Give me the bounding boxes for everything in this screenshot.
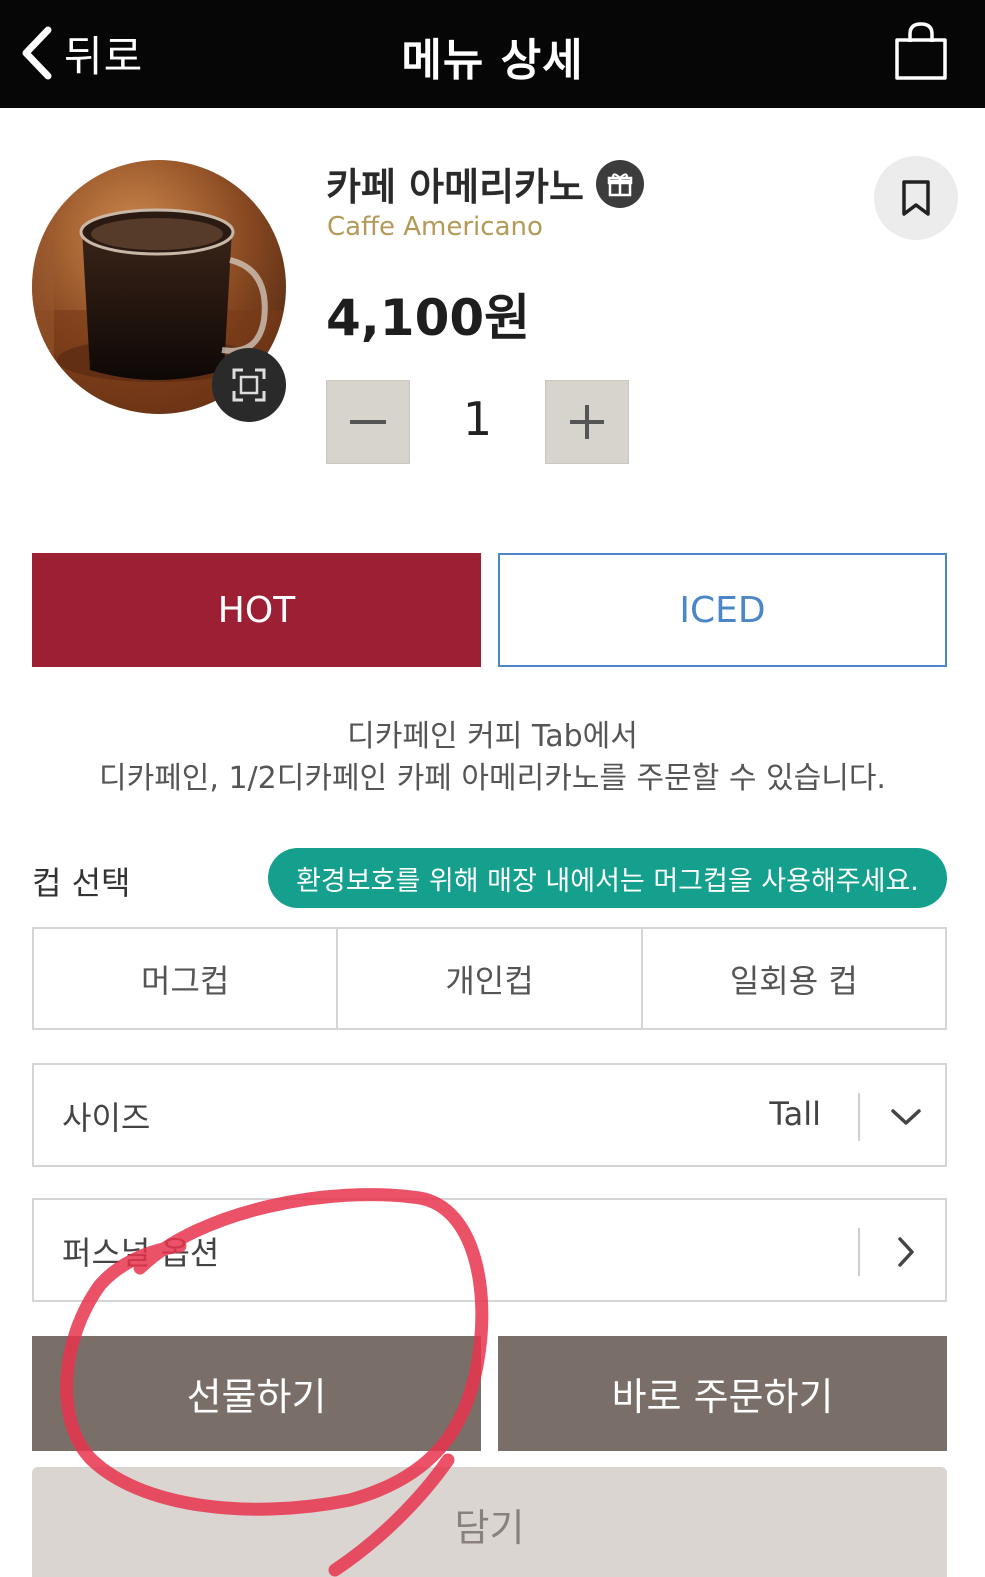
- gift-icon: [595, 159, 644, 208]
- top-bar: 뒤로 메뉴 상세: [0, 0, 985, 108]
- decaf-notice: 디카페인 커피 Tab에서 디카페인, 1/2디카페인 카페 아메리카노를 주문…: [0, 716, 985, 800]
- bookmark-icon: [902, 180, 930, 216]
- personal-option-row[interactable]: 퍼스널 옵션: [32, 1198, 947, 1302]
- notice-line-1: 디카페인 커피 Tab에서: [347, 719, 638, 754]
- order-now-button[interactable]: 바로 주문하기: [498, 1336, 947, 1451]
- chevron-down-icon: [884, 1093, 928, 1141]
- plus-icon: [570, 405, 604, 439]
- size-value: Tall: [769, 1095, 821, 1133]
- page-title: 메뉴 상세: [401, 35, 584, 86]
- cup-option-disposable[interactable]: 일회용 컵: [640, 929, 945, 1028]
- chevron-right-icon: [884, 1228, 928, 1276]
- product-name-kr: 카페 아메리카노: [326, 165, 584, 209]
- shopping-bag-icon[interactable]: [893, 20, 949, 82]
- quantity-value: 1: [462, 392, 493, 446]
- zoom-image-button[interactable]: [212, 348, 286, 422]
- cup-option-mug[interactable]: 머그컵: [34, 929, 336, 1028]
- product-name: 카페 아메리카노: [326, 156, 644, 211]
- size-select[interactable]: 사이즈 Tall: [32, 1063, 947, 1167]
- personal-option-label: 퍼스널 옵션: [62, 1234, 220, 1272]
- quantity-decrease-button[interactable]: [326, 380, 410, 464]
- expand-icon: [232, 368, 266, 402]
- divider: [858, 1228, 860, 1276]
- eco-notice-badge: 환경보호를 위해 매장 내에서는 머그컵을 사용해주세요.: [268, 848, 947, 908]
- minus-icon: [350, 420, 386, 424]
- cup-selection-label: 컵 선택: [32, 864, 131, 902]
- cup-options: 머그컵 개인컵 일회용 컵: [32, 927, 947, 1030]
- notice-line-2: 디카페인, 1/2디카페인 카페 아메리카노를 주문할 수 있습니다.: [99, 761, 886, 796]
- product-name-en: Caffe Americano: [327, 212, 543, 242]
- cup-option-personal[interactable]: 개인컵: [336, 929, 640, 1028]
- size-label: 사이즈: [62, 1099, 151, 1137]
- temp-hot-button[interactable]: HOT: [32, 553, 481, 667]
- divider: [858, 1093, 860, 1141]
- quantity-increase-button[interactable]: [545, 380, 629, 464]
- bookmark-button[interactable]: [874, 156, 958, 240]
- temp-iced-button[interactable]: ICED: [498, 553, 947, 667]
- gift-button[interactable]: 선물하기: [32, 1336, 481, 1451]
- add-to-cart-button[interactable]: 담기: [32, 1467, 947, 1577]
- product-price: 4,100원: [326, 289, 531, 347]
